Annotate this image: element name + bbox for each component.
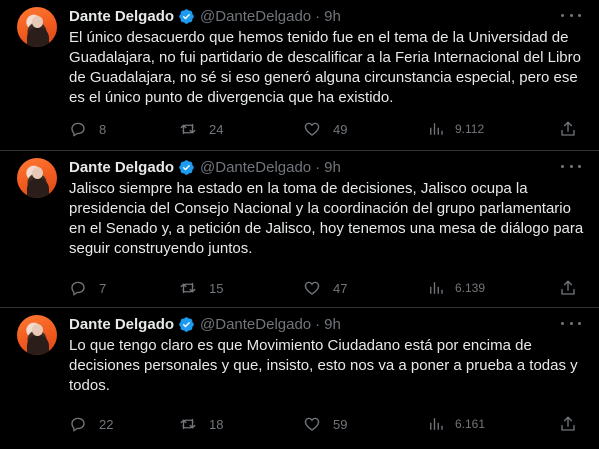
more-icon[interactable] (561, 316, 581, 330)
author-name[interactable]: Dante Delgado (69, 8, 174, 25)
retweet-count: 24 (209, 121, 224, 137)
tweet-actions: 22 18 59 6.161 (69, 414, 581, 434)
retweet-count: 15 (209, 280, 224, 296)
like-button[interactable]: 49 (303, 120, 347, 138)
separator: · (315, 315, 321, 333)
share-icon (561, 280, 575, 295)
tweet-header: Dante Delgado @DanteDelgado · 9h (69, 314, 341, 334)
separator: · (315, 7, 321, 25)
share-icon (561, 121, 575, 136)
reply-count: 7 (99, 280, 107, 296)
avatar[interactable] (17, 315, 57, 355)
tweet-actions: 7 15 47 6.139 (69, 278, 581, 298)
tweet-text: Lo que tengo claro es que Movimiento Ciu… (69, 337, 578, 394)
tweet-time[interactable]: 9h (324, 316, 341, 333)
retweet-icon (180, 418, 196, 430)
tweet-header: Dante Delgado @DanteDelgado · 9h (69, 6, 341, 26)
views-icon (430, 418, 443, 430)
author-handle[interactable]: @DanteDelgado (200, 316, 311, 333)
author-name[interactable]: Dante Delgado (69, 159, 174, 176)
retweet-count: 18 (209, 416, 224, 432)
views-count: 6.139 (455, 281, 486, 295)
avatar[interactable] (17, 7, 57, 47)
reply-button[interactable]: 7 (69, 279, 106, 297)
share-button[interactable] (559, 279, 577, 297)
author-name[interactable]: Dante Delgado (69, 316, 174, 333)
reply-icon (71, 281, 85, 296)
views-button[interactable]: 6.161 (427, 415, 485, 433)
tweet-thread: Dante Delgado @DanteDelgado · 9h El únic… (0, 0, 599, 449)
reply-button[interactable]: 8 (69, 120, 106, 138)
like-count: 47 (333, 280, 348, 296)
more-icon[interactable] (561, 159, 581, 173)
reply-count: 22 (99, 416, 114, 432)
more-icon[interactable] (561, 8, 581, 22)
like-icon (304, 281, 320, 295)
views-button[interactable]: 9.112 (427, 120, 484, 138)
share-icon (561, 416, 575, 431)
separator: · (315, 158, 321, 176)
like-icon (304, 122, 320, 136)
retweet-icon (180, 282, 196, 294)
share-button[interactable] (559, 415, 577, 433)
reply-button[interactable]: 22 (69, 415, 113, 433)
tweet[interactable]: Dante Delgado @DanteDelgado · 9h Lo que … (0, 308, 599, 449)
tweet-actions: 8 24 49 9.112 (69, 119, 581, 139)
views-count: 6.161 (455, 417, 486, 431)
like-button[interactable]: 59 (303, 415, 347, 433)
retweet-icon (180, 123, 196, 135)
verified-badge-icon (179, 8, 194, 24)
views-icon (430, 123, 443, 135)
retweet-button[interactable]: 18 (179, 415, 223, 433)
tweet-header: Dante Delgado @DanteDelgado · 9h (69, 157, 341, 177)
retweet-button[interactable]: 24 (179, 120, 223, 138)
reply-icon (71, 122, 85, 137)
author-handle[interactable]: @DanteDelgado (200, 8, 311, 25)
author-handle[interactable]: @DanteDelgado (200, 159, 311, 176)
reply-count: 8 (99, 121, 107, 137)
like-count: 49 (333, 121, 348, 137)
views-button[interactable]: 6.139 (427, 279, 485, 297)
reply-icon (71, 417, 85, 432)
tweet-time[interactable]: 9h (324, 8, 341, 25)
views-icon (430, 282, 443, 294)
like-icon (304, 417, 320, 431)
retweet-button[interactable]: 15 (179, 279, 223, 297)
avatar[interactable] (17, 158, 57, 198)
tweet-time[interactable]: 9h (324, 159, 341, 176)
share-button[interactable] (559, 120, 577, 138)
like-button[interactable]: 47 (303, 279, 347, 297)
verified-badge-icon (179, 159, 194, 175)
tweet[interactable]: Dante Delgado @DanteDelgado · 9h El únic… (0, 0, 599, 151)
tweet-text: Jalisco siempre ha estado en la toma de … (69, 180, 584, 257)
tweet-text: El único desacuerdo que hemos tenido fue… (69, 29, 581, 106)
like-count: 59 (333, 416, 348, 432)
verified-badge-icon (179, 316, 194, 332)
tweet[interactable]: Dante Delgado @DanteDelgado · 9h Jalisco… (0, 151, 599, 308)
views-count: 9.112 (455, 122, 485, 136)
